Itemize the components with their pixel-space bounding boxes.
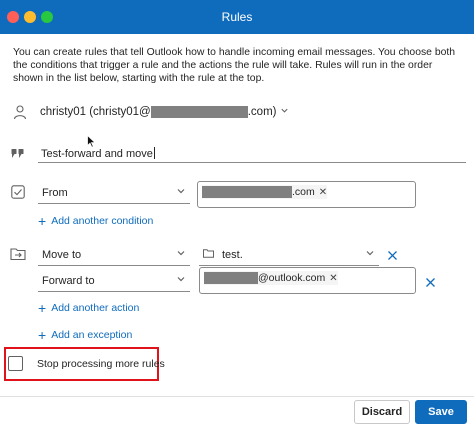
chevron-down-icon (176, 248, 186, 261)
add-action-label: Add another action (51, 302, 140, 314)
remove-tag-icon[interactable]: ✕ (319, 187, 327, 198)
condition-type-value: From (42, 187, 68, 199)
redacted-email (204, 272, 258, 284)
add-condition-label: Add another condition (51, 215, 154, 227)
rule-name-input[interactable]: Test-forward and move (38, 143, 466, 163)
mouse-cursor-icon (87, 134, 97, 153)
plus-icon: + (38, 327, 47, 343)
folder-name: test. (222, 249, 243, 261)
forward-tag-suffix: @outlook.com (258, 272, 326, 284)
chevron-down-icon (365, 248, 375, 261)
delete-action-2-icon[interactable] (425, 275, 436, 293)
add-exception-label: Add an exception (51, 329, 133, 341)
save-button[interactable]: Save (415, 400, 467, 424)
folder-icon (203, 249, 214, 261)
action-2-type-value: Forward to (42, 275, 95, 287)
plus-icon: + (38, 213, 47, 229)
intro-text: You can create rules that tell Outlook h… (13, 47, 456, 84)
rule-name-value: Test-forward and move (41, 148, 153, 160)
account-suffix: .com) (247, 106, 277, 118)
chevron-down-icon (176, 186, 186, 199)
action-1-folder-select[interactable]: test. (199, 244, 379, 266)
condition-tag-suffix: .com (292, 186, 315, 198)
account-selector[interactable]: christy01 (christy01@ .com) (40, 106, 289, 118)
redacted-email (150, 106, 248, 118)
text-caret (153, 147, 155, 159)
action-1-type-select[interactable]: Move to (38, 244, 190, 266)
checkbox-icon (11, 185, 25, 199)
account-prefix: christy01 (christy01@ (40, 106, 151, 118)
add-condition-link[interactable]: + Add another condition (38, 213, 154, 229)
window-title: Rules (221, 10, 253, 24)
discard-button[interactable]: Discard (354, 400, 410, 424)
stop-processing-label: Stop processing more rules (37, 358, 165, 370)
action-2-value-box[interactable]: @outlook.com ✕ (199, 267, 416, 294)
chevron-down-icon (280, 106, 289, 118)
condition-type-select[interactable]: From (38, 182, 190, 204)
folder-value: test. (203, 249, 243, 261)
person-icon (12, 104, 28, 120)
title-bar: Rules (0, 0, 474, 34)
remove-tag-icon[interactable]: ✕ (329, 273, 337, 284)
action-2-type-select[interactable]: Forward to (38, 270, 190, 292)
forward-email-tag: @outlook.com ✕ (204, 271, 338, 285)
condition-value-box[interactable]: .com ✕ (197, 181, 416, 208)
folder-move-icon (10, 247, 26, 261)
add-exception-link[interactable]: + Add an exception (38, 327, 133, 343)
delete-action-1-icon[interactable] (387, 248, 398, 266)
action-1-type-value: Move to (42, 249, 82, 261)
chevron-down-icon (176, 274, 186, 287)
add-action-link[interactable]: + Add another action (38, 300, 140, 316)
condition-email-tag: .com ✕ (202, 185, 328, 199)
redacted-email (202, 186, 292, 198)
plus-icon: + (38, 300, 47, 316)
quote-icon (11, 148, 25, 160)
stop-processing-checkbox[interactable] (8, 356, 23, 371)
